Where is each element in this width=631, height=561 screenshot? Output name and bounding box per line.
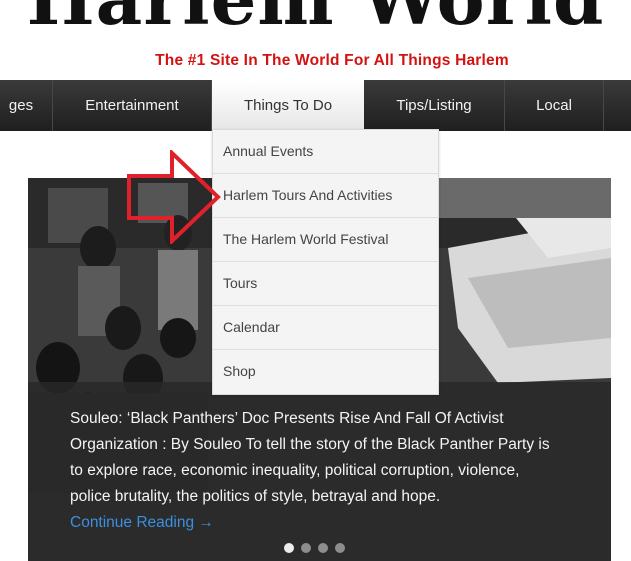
dropdown-item-harlem-world-festival[interactable]: The Harlem World Festival (213, 218, 438, 262)
nav-item-tips-listing[interactable]: Tips/Listing (364, 80, 505, 131)
dropdown-item-tours[interactable]: Tours (213, 262, 438, 306)
continue-reading-link[interactable]: Continue Reading → (70, 510, 550, 536)
dropdown-item-label: Calendar (223, 319, 280, 335)
slide-dot-1[interactable] (284, 543, 294, 553)
dropdown-item-label: Annual Events (223, 143, 314, 159)
slide-dot-2[interactable] (301, 543, 311, 553)
dropdown-item-label: Shop (223, 363, 256, 379)
main-nav: ges Entertainment Things To Do Tips/List… (0, 80, 631, 131)
things-to-do-dropdown: Annual Events Harlem Tours And Activitie… (212, 129, 439, 395)
site-logo[interactable]: Harlem World (0, 0, 631, 46)
logo-wordmark: Harlem World (0, 0, 631, 42)
site-tagline: The #1 Site In The World For All Things … (155, 52, 509, 69)
dropdown-item-shop[interactable]: Shop (213, 350, 438, 393)
dropdown-item-annual-events[interactable]: Annual Events (213, 130, 438, 174)
slide-dot-4[interactable] (335, 543, 345, 553)
article-excerpt: Souleo: ‘Black Panthers’ Doc Presents Ri… (70, 410, 550, 505)
nav-item-things-to-do[interactable]: Things To Do (212, 80, 364, 131)
nav-item-pages[interactable]: ges (0, 80, 53, 131)
nav-item-label: Things To Do (243, 97, 333, 114)
dropdown-item-label: Tours (223, 275, 258, 291)
dropdown-item-calendar[interactable]: Calendar (213, 306, 438, 350)
nav-item-label: ges (8, 97, 34, 114)
nav-item-label: Entertainment (85, 97, 179, 114)
dropdown-item-label: Harlem Tours And Activities (223, 187, 393, 203)
nav-item-label: Local (536, 97, 572, 114)
dropdown-item-label: The Harlem World Festival (223, 231, 389, 247)
nav-item-local[interactable]: Local (505, 80, 604, 131)
dropdown-item-harlem-tours[interactable]: Harlem Tours And Activities (213, 174, 438, 218)
slide-caption-text: Souleo: ‘Black Panthers’ Doc Presents Ri… (70, 406, 550, 536)
site-header: Harlem World The #1 Site In The World Fo… (0, 0, 631, 78)
right-arrow-outline-icon (127, 150, 221, 244)
slide-dot-3[interactable] (318, 543, 328, 553)
nav-item-entertainment[interactable]: Entertainment (53, 80, 212, 131)
slide-caption: Souleo: ‘Black Panthers’ Doc Presents Ri… (28, 382, 611, 561)
slider-pagination (284, 540, 352, 553)
nav-item-label: Tips/Listing (396, 97, 472, 114)
